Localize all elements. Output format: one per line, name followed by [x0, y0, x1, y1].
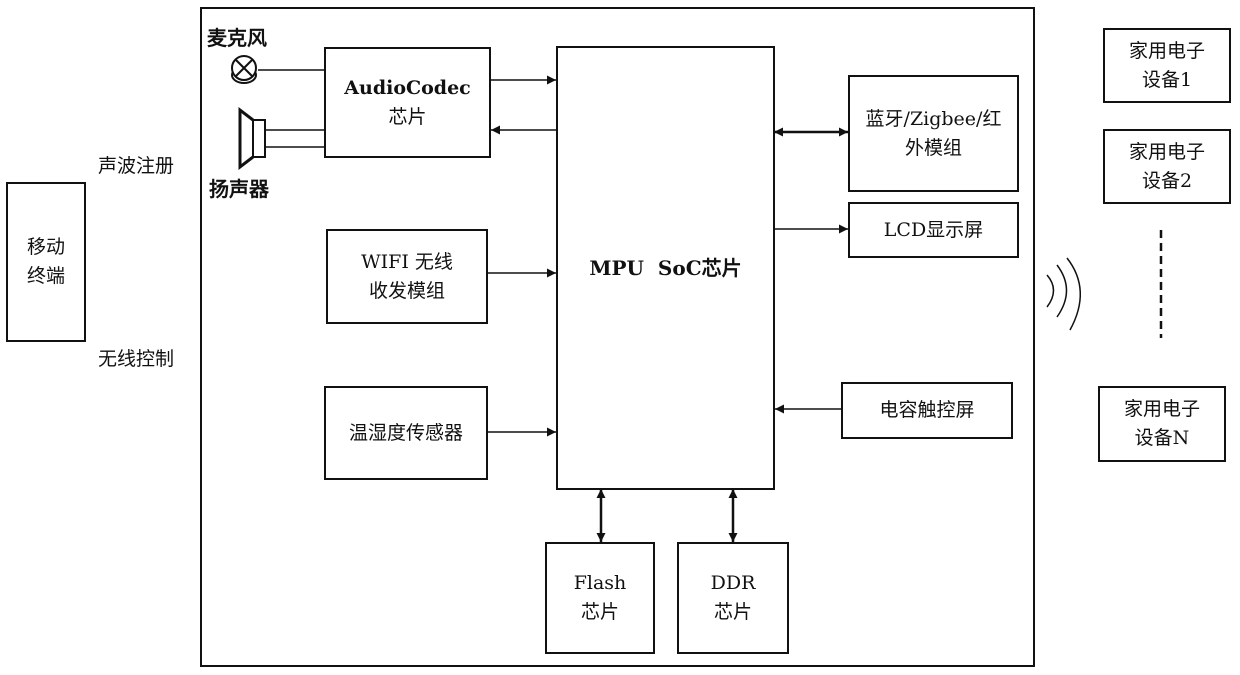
- sound-register-label: 声波注册: [98, 155, 175, 177]
- ddr-line2: 芯片: [713, 601, 752, 623]
- home-device-1-line2: 设备1: [1141, 68, 1193, 91]
- audio-codec-line1: AudioCodec: [344, 76, 471, 99]
- microphone-label: 麦克风: [207, 26, 267, 50]
- mobile-terminal-line2: 终端: [26, 265, 65, 287]
- wifi-module-line1: WIFI 无线: [361, 250, 453, 273]
- touch-screen-box: 电容触控屏: [841, 382, 1013, 439]
- bt-zigbee-ir-box: 蓝牙/Zigbee/红 外模组: [848, 75, 1019, 192]
- touch-screen-label: 电容触控屏: [879, 399, 975, 421]
- mpu-soc-label: MPU SoC芯片: [589, 256, 742, 280]
- flash-line1: Flash: [573, 572, 627, 594]
- audio-codec-line2: 芯片: [388, 105, 427, 128]
- home-device-1-box: 家用电子 设备1: [1103, 28, 1231, 103]
- flash-line2: 芯片: [580, 601, 619, 623]
- mobile-terminal-line1: 移动: [26, 236, 65, 258]
- speaker-label: 扬声器: [209, 177, 269, 201]
- home-device-1-line1: 家用电子: [1128, 39, 1205, 62]
- home-device-n-line1: 家用电子: [1123, 398, 1200, 420]
- temp-humidity-sensor-label: 温湿度传感器: [348, 421, 463, 444]
- bt-zigbee-ir-line2: 外模组: [904, 136, 962, 159]
- wireless-control-label: 无线控制: [98, 348, 175, 370]
- audio-codec-box: AudioCodec 芯片: [324, 47, 491, 158]
- home-device-n-box: 家用电子 设备N: [1098, 386, 1226, 462]
- home-device-2-line2: 设备2: [1141, 169, 1193, 192]
- wifi-module-box: WIFI 无线 收发模组: [326, 229, 488, 324]
- lcd-box: LCD显示屏: [848, 202, 1019, 258]
- home-device-n-line2: 设备N: [1134, 427, 1190, 449]
- wireless-signal-icon: [1046, 257, 1081, 331]
- flash-box: Flash 芯片: [545, 542, 655, 654]
- lcd-label: LCD显示屏: [883, 218, 984, 241]
- speaker-icon: [238, 106, 266, 171]
- wifi-module-line2: 收发模组: [368, 279, 445, 302]
- ddr-line1: DDR: [710, 572, 756, 594]
- ddr-box: DDR 芯片: [677, 542, 789, 654]
- mpu-soc-box: MPU SoC芯片: [556, 46, 775, 490]
- temp-humidity-sensor-box: 温湿度传感器: [324, 386, 488, 480]
- bt-zigbee-ir-line1: 蓝牙/Zigbee/红: [865, 107, 1002, 130]
- home-device-2-box: 家用电子 设备2: [1103, 129, 1231, 204]
- home-device-2-line1: 家用电子: [1128, 140, 1205, 163]
- mobile-terminal-box: 移动 终端: [6, 182, 86, 342]
- microphone-icon: [231, 55, 257, 84]
